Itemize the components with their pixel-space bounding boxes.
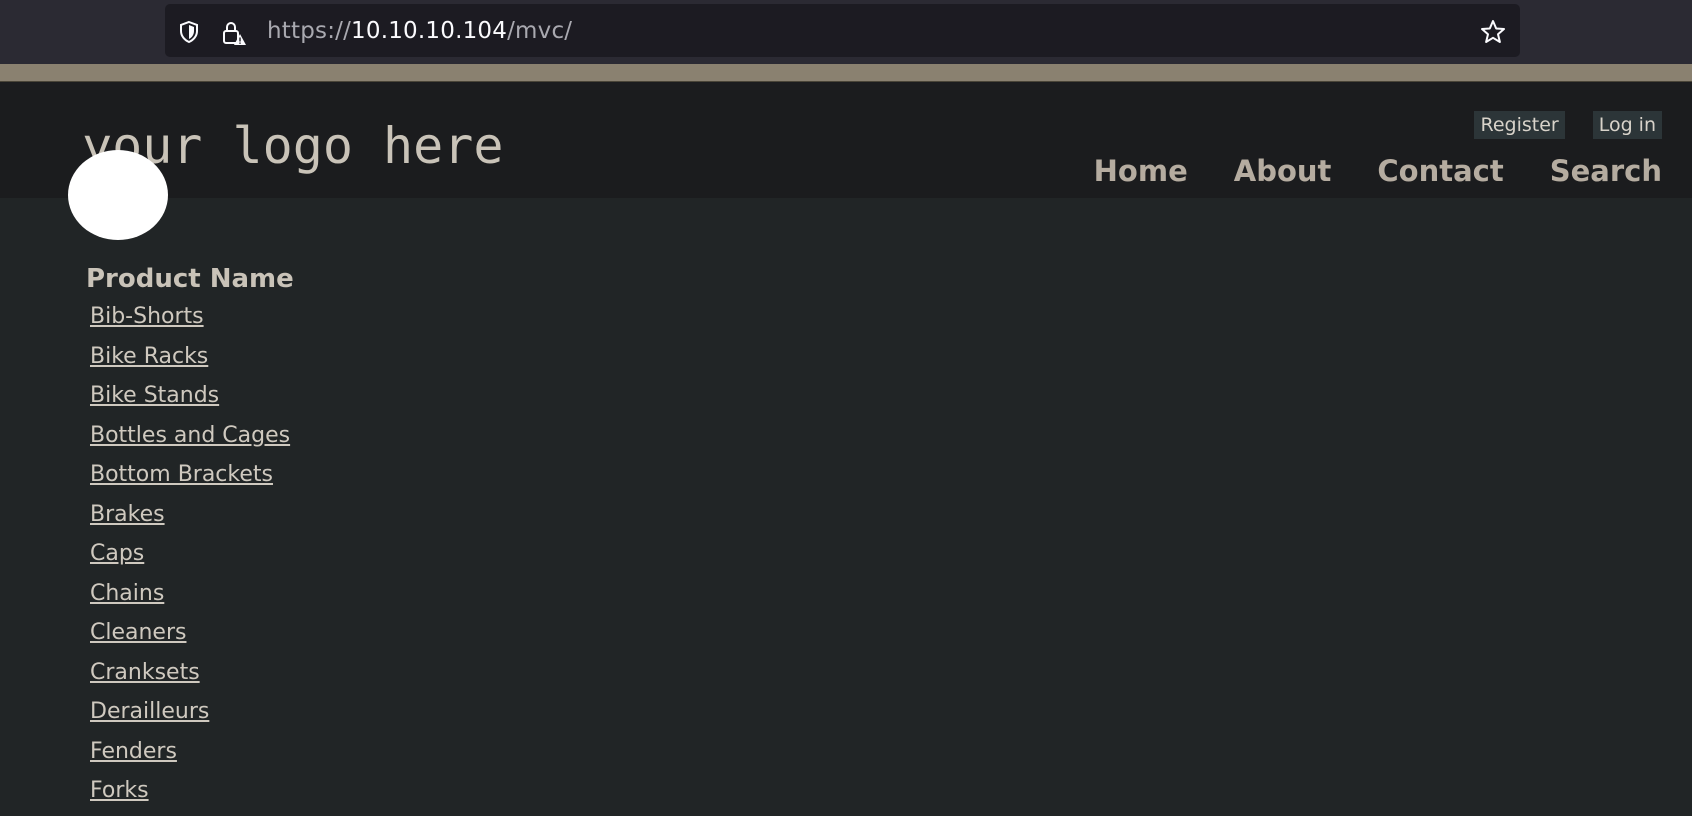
address-bar[interactable]: https://10.10.10.104/mvc/: [165, 4, 1520, 57]
nav-about[interactable]: About: [1234, 154, 1332, 188]
product-link[interactable]: Cranksets: [90, 660, 200, 685]
nav-contact[interactable]: Contact: [1377, 154, 1503, 188]
main-menu: Home About Contact Search: [1094, 154, 1662, 188]
shield-icon[interactable]: [177, 20, 201, 44]
product-link[interactable]: Bib-Shorts: [90, 304, 204, 329]
product-link[interactable]: Bike Stands: [90, 383, 219, 408]
product-link[interactable]: Caps: [90, 541, 144, 566]
list-item: Caps: [90, 539, 294, 579]
nav-search[interactable]: Search: [1550, 154, 1662, 188]
list-item: Bottom Brackets: [90, 460, 294, 500]
list-item: Fenders: [90, 737, 294, 777]
login-display: Register Log in: [1474, 111, 1662, 139]
product-link[interactable]: Bike Racks: [90, 344, 208, 369]
product-link[interactable]: Bottom Brackets: [90, 462, 273, 487]
url-text[interactable]: https://10.10.10.104/mvc/: [267, 18, 572, 44]
main-content: Product Name Bib-Shorts Bike Racks Bike …: [86, 264, 294, 816]
list-item: Forks: [90, 776, 294, 816]
product-link[interactable]: Chains: [90, 581, 164, 606]
register-link[interactable]: Register: [1474, 111, 1565, 139]
list-item: Brakes: [90, 500, 294, 540]
accent-strip: [0, 64, 1692, 82]
list-item: Bike Stands: [90, 381, 294, 421]
lock-warning-icon[interactable]: [221, 20, 246, 45]
browser-toolbar: https://10.10.10.104/mvc/: [0, 0, 1692, 64]
list-item: Bottles and Cages: [90, 421, 294, 461]
product-link[interactable]: Bottles and Cages: [90, 423, 290, 448]
login-link[interactable]: Log in: [1592, 111, 1662, 139]
url-scheme: https://: [267, 18, 352, 44]
nav-home[interactable]: Home: [1094, 154, 1188, 188]
list-item: Derailleurs: [90, 697, 294, 737]
list-item: Bib-Shorts: [90, 302, 294, 342]
list-item: Bike Racks: [90, 342, 294, 382]
list-item: Cleaners: [90, 618, 294, 658]
product-link[interactable]: Forks: [90, 778, 149, 803]
product-link[interactable]: Fenders: [90, 739, 177, 764]
product-name-heading: Product Name: [86, 264, 294, 294]
product-link[interactable]: Brakes: [90, 502, 165, 527]
product-link[interactable]: Cleaners: [90, 620, 186, 645]
decorative-circle: [68, 150, 168, 240]
star-icon[interactable]: [1480, 19, 1506, 45]
product-list: Bib-Shorts Bike Racks Bike Stands Bottle…: [86, 302, 294, 816]
url-path: /mvc/: [507, 18, 573, 44]
site-header: your logo here Register Log in Home Abou…: [0, 82, 1692, 198]
product-link[interactable]: Derailleurs: [90, 699, 209, 724]
url-host: 10.10.10.104: [351, 18, 508, 44]
list-item: Cranksets: [90, 658, 294, 698]
list-item: Chains: [90, 579, 294, 619]
